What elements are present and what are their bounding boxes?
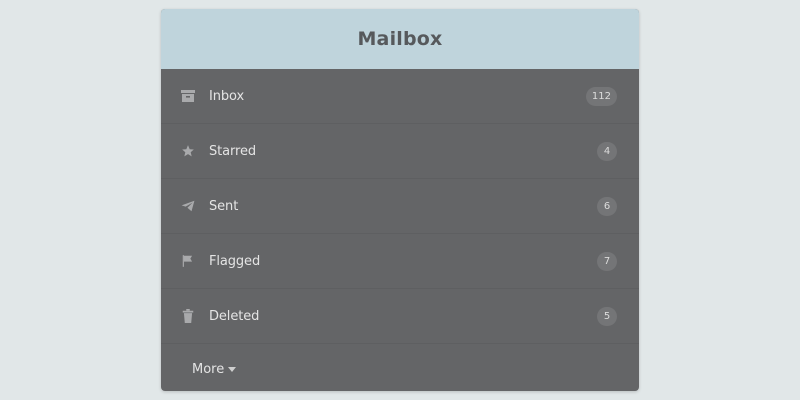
more-button[interactable]: More xyxy=(161,344,639,391)
menu-item-flagged[interactable]: Flagged 7 xyxy=(161,234,639,289)
mailbox-menu: Inbox 112 Starred 4 Sent 6 Flagged 7 Del… xyxy=(161,69,639,344)
count-badge: 4 xyxy=(597,141,617,161)
star-icon xyxy=(180,143,196,159)
menu-item-label: Flagged xyxy=(209,253,261,269)
mailbox-widget: Mailbox Inbox 112 Starred 4 Sent 6 Flagg… xyxy=(161,9,639,391)
mailbox-title: Mailbox xyxy=(357,28,443,50)
more-label: More xyxy=(192,361,225,377)
trash-icon xyxy=(180,308,196,324)
menu-item-starred[interactable]: Starred 4 xyxy=(161,124,639,179)
count-badge: 5 xyxy=(597,306,617,326)
caret-down-icon xyxy=(228,366,237,372)
menu-item-label: Deleted xyxy=(209,308,260,324)
menu-item-inbox[interactable]: Inbox 112 xyxy=(161,69,639,124)
menu-item-deleted[interactable]: Deleted 5 xyxy=(161,289,639,344)
menu-item-label: Sent xyxy=(209,198,239,214)
menu-item-label: Starred xyxy=(209,143,257,159)
count-badge: 6 xyxy=(597,196,617,216)
menu-item-label: Inbox xyxy=(209,88,245,104)
inbox-icon xyxy=(180,88,196,104)
count-badge: 7 xyxy=(597,251,617,271)
mailbox-header: Mailbox xyxy=(161,9,639,69)
menu-item-sent[interactable]: Sent 6 xyxy=(161,179,639,234)
count-badge: 112 xyxy=(585,86,617,106)
paper-plane-icon xyxy=(180,198,196,214)
flag-icon xyxy=(180,253,196,269)
